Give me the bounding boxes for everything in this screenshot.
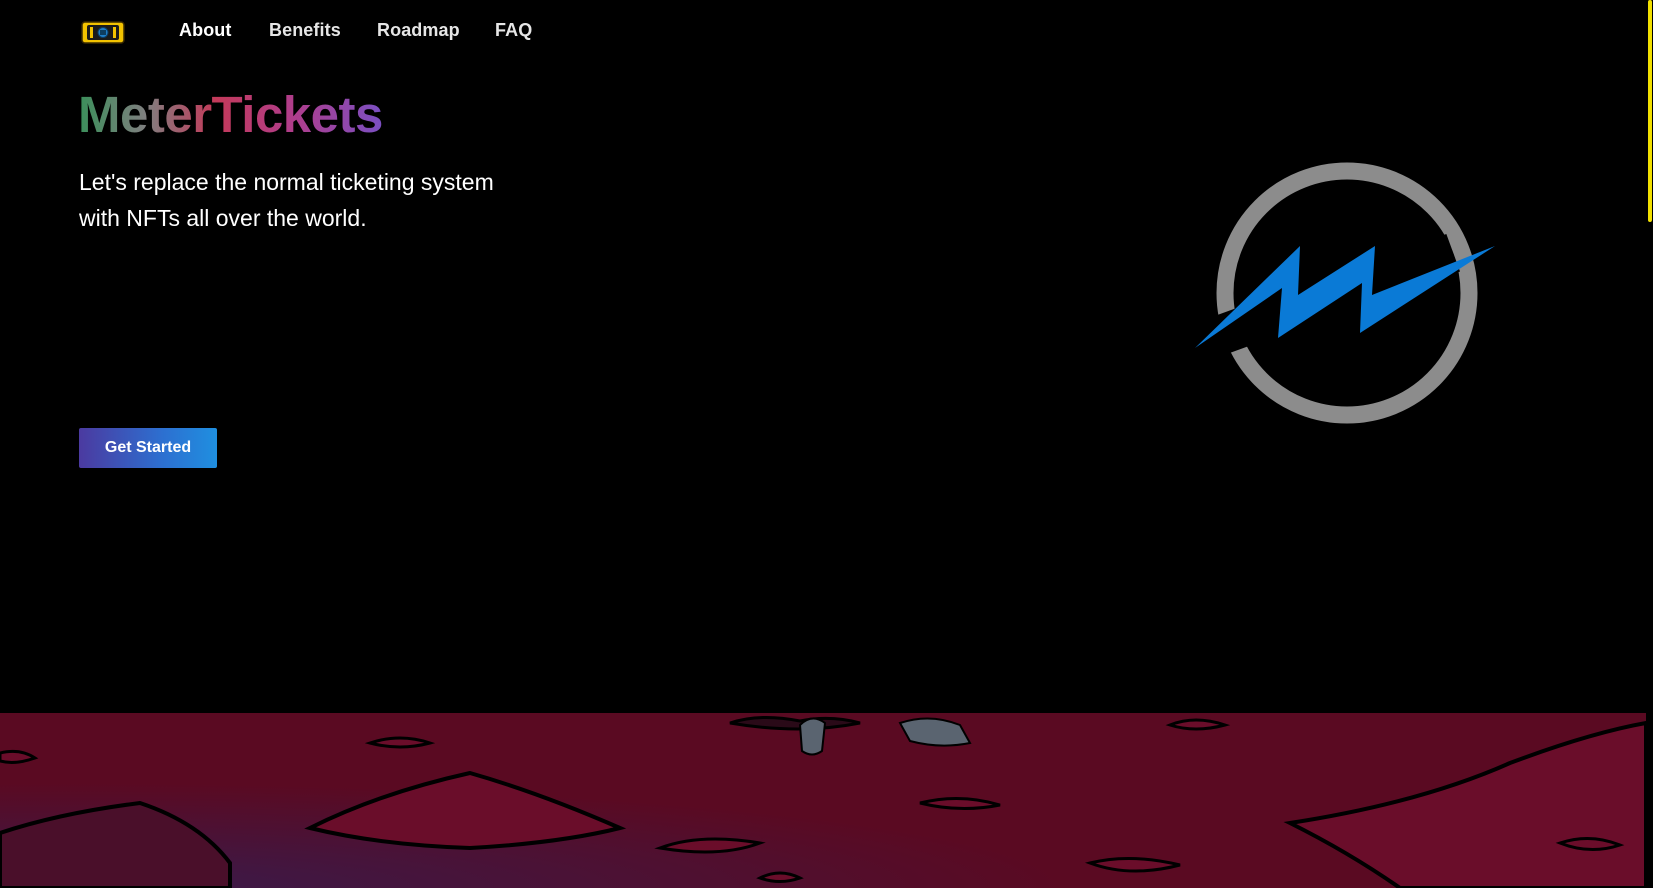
red-landscape-illustration [0, 713, 1646, 888]
ticket-icon[interactable] [81, 21, 125, 44]
hero-tagline: Let's replace the normal ticketing syste… [79, 169, 494, 231]
meter-lightning-logo-icon [1195, 162, 1495, 424]
nav-link-about[interactable]: About [179, 20, 231, 41]
nav-link-benefits[interactable]: Benefits [269, 20, 341, 41]
page-scrollbar[interactable] [1647, 0, 1653, 888]
get-started-button[interactable]: Get Started [79, 428, 217, 468]
nav-link-roadmap[interactable]: Roadmap [377, 20, 460, 41]
top-navigation: About Benefits Roadmap FAQ [0, 0, 1653, 66]
nav-link-faq[interactable]: FAQ [495, 20, 532, 41]
brand-title: MeterTickets [78, 86, 383, 143]
scrollbar-thumb[interactable] [1648, 0, 1652, 222]
landing-page: About Benefits Roadmap FAQ MeterTickets … [0, 0, 1653, 888]
